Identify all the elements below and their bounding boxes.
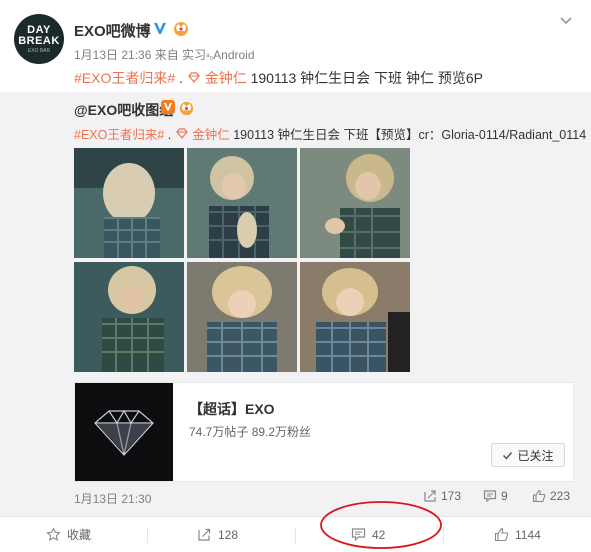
followed-label: 已关注: [517, 448, 554, 463]
author-name[interactable]: EXO吧微博: [74, 20, 151, 41]
action-bar: 收藏 128 42 1144: [0, 516, 591, 552]
repost-comment-count[interactable]: 9: [483, 489, 508, 503]
repost-like-count[interactable]: 223: [532, 489, 570, 503]
photo-4[interactable]: [74, 262, 184, 372]
crown-badge-icon: [179, 101, 194, 116]
avatar-text-line-3: EXO BAR: [27, 47, 51, 54]
avatar[interactable]: DAY BREAK EXO BAR: [14, 14, 64, 64]
repost-block: @EXO吧收图组 #EXO王者归来# . 金钟仁 190113 钟仁生日会 下班…: [0, 92, 591, 516]
card-title[interactable]: 【超话】EXO: [189, 399, 275, 419]
repost-value: 128: [218, 527, 239, 542]
chevron-down-icon[interactable]: [558, 12, 574, 28]
repost-time[interactable]: 1月13日 21:30: [74, 490, 151, 507]
thumbs-up-icon: [494, 527, 509, 542]
crown-badge-icon: [174, 22, 188, 36]
photo-3[interactable]: [300, 148, 410, 258]
photo-1[interactable]: [74, 148, 184, 258]
post-content: #EXO王者归来# . 金钟仁 190113 钟仁生日会 下班 钟仁 预览6P: [74, 70, 483, 86]
like-value: 1144: [515, 527, 541, 542]
post-source: Android: [213, 48, 255, 62]
comment-icon: [351, 528, 366, 542]
repost-text: 190113 钟仁生日会 下班【预览】cr：Gloria-0114/Radian…: [233, 128, 587, 142]
repost-content: #EXO王者归来# . 金钟仁 190113 钟仁生日会 下班【预览】cr：Gl…: [74, 128, 587, 142]
repost-repost-count[interactable]: 173: [423, 489, 461, 503]
location-link[interactable]: 金钟仁: [205, 70, 247, 86]
card-image: [75, 383, 173, 481]
repost-topic-tag[interactable]: #EXO王者归来#: [74, 128, 164, 142]
card-stats: 74.7万帖子 89.2万粉丝: [189, 425, 312, 439]
followed-button[interactable]: 已关注: [491, 443, 565, 467]
divider: [443, 527, 444, 543]
favorite-button[interactable]: 收藏: [46, 517, 91, 552]
divider: [295, 527, 296, 543]
photo-2[interactable]: [187, 148, 297, 258]
avatar-text-line-1: DAY: [27, 23, 51, 36]
check-icon: [503, 451, 513, 460]
avatar-text-line-2: BREAK: [18, 34, 60, 47]
photo-6[interactable]: [300, 262, 410, 372]
location-icon: [188, 72, 200, 83]
share-icon: [198, 528, 211, 541]
thumbs-up-icon: [532, 489, 546, 503]
comment-value: 42: [372, 527, 386, 542]
favorite-label: 收藏: [67, 528, 92, 542]
share-icon: [424, 490, 436, 502]
post-header: DAY BREAK EXO BAR EXO吧微博 1月13日 21:36 来自 …: [0, 0, 591, 92]
post-time[interactable]: 1月13日 21:36 来自 实习: [74, 48, 206, 62]
photo-5[interactable]: [187, 262, 297, 372]
like-button[interactable]: 1144: [494, 517, 541, 552]
topic-tag[interactable]: #EXO王者归来#: [74, 70, 175, 86]
location-icon: [175, 128, 188, 139]
post-meta: 1月13日 21:36 来自 实习ᵃ₀Android: [74, 48, 255, 62]
comment-button[interactable]: 42: [351, 517, 385, 552]
post-text: 190113 钟仁生日会 下班 钟仁 预览6P: [250, 70, 483, 86]
divider: [147, 527, 148, 543]
star-icon: [46, 527, 61, 541]
super-topic-card[interactable]: 【超话】EXO 74.7万帖子 89.2万粉丝 已关注: [74, 382, 574, 482]
repost-button[interactable]: 128: [197, 517, 238, 552]
repost-comment-value: 9: [501, 489, 508, 503]
repost-like-value: 223: [550, 489, 571, 503]
repost-location-link[interactable]: 金钟仁: [192, 128, 230, 142]
verified-icon: [154, 23, 166, 34]
verified-orange-icon: [161, 100, 175, 114]
comment-icon: [483, 490, 497, 503]
repost-repost-value: 173: [441, 489, 462, 503]
repost-author[interactable]: @EXO吧收图组: [74, 100, 173, 120]
